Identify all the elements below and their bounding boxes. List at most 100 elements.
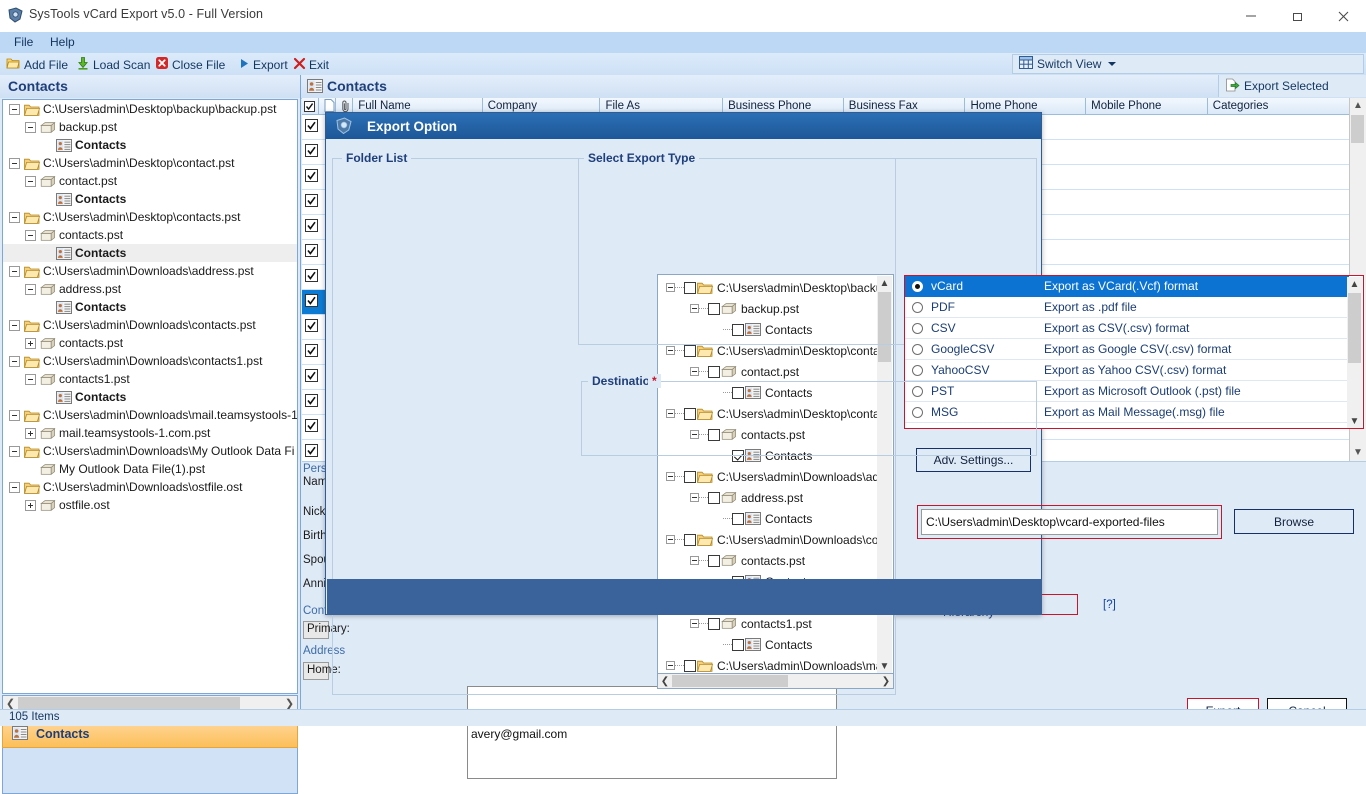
collapse-toggle-icon[interactable] [25, 122, 36, 133]
toolbar-close-file-button[interactable]: Close File [155, 56, 225, 73]
folder-checkbox[interactable] [684, 534, 696, 546]
collapse-toggle-icon[interactable] [666, 472, 675, 481]
collapse-toggle-icon[interactable] [25, 176, 36, 187]
folder-list-hscrollbar[interactable]: ❮ ❯ [657, 673, 894, 689]
export-type-option[interactable]: vCardExport as VCard(.Vcf) format [905, 276, 1349, 297]
emails-textarea[interactable]: avery@gmail.com [467, 723, 837, 779]
tree-item[interactable]: C:\Users\admin\Desktop\backup\backup.pst [3, 100, 297, 118]
collapse-toggle-icon[interactable] [25, 230, 36, 241]
expand-toggle-icon[interactable] [25, 500, 36, 511]
tree-item[interactable]: contact.pst [3, 172, 297, 190]
export-type-option[interactable]: YahooCSVExport as Yahoo CSV(.csv) format [905, 360, 1349, 381]
tree-item[interactable]: C:\Users\admin\Downloads\ostfile.ost [3, 478, 297, 496]
folder-checkbox[interactable] [684, 471, 696, 483]
row-checkbox[interactable] [305, 394, 318, 410]
toolbar-load-scan-button[interactable]: Load Scan [76, 56, 150, 73]
tree-item[interactable]: contacts.pst [3, 334, 297, 352]
collapse-toggle-icon[interactable] [9, 104, 20, 115]
tree-item[interactable]: backup.pst [3, 118, 297, 136]
tree-item[interactable]: C:\Users\admin\Desktop\contacts.pst [3, 208, 297, 226]
tree-item[interactable]: mail.teamsystools-1.com.pst [3, 424, 297, 442]
folder-checkbox[interactable] [708, 555, 720, 567]
scroll-down-icon[interactable]: ▼ [1350, 445, 1366, 461]
expand-toggle-icon[interactable] [25, 428, 36, 439]
grid-column-header[interactable]: Categories [1208, 98, 1350, 115]
tree-item[interactable]: Contacts [3, 388, 297, 406]
tree-item[interactable]: My Outlook Data File(1).pst [3, 460, 297, 478]
maximize-icon[interactable] [1274, 0, 1320, 32]
browse-button[interactable]: Browse [1234, 509, 1354, 534]
tree-item[interactable]: Contacts [3, 298, 297, 316]
radio-button-icon[interactable] [912, 344, 923, 355]
switch-view-button[interactable]: Switch View [1012, 54, 1364, 74]
folder-checkbox[interactable] [684, 345, 696, 357]
row-checkbox[interactable] [305, 419, 318, 435]
grid-column-header[interactable]: Mobile Phone [1086, 98, 1208, 115]
collapse-toggle-icon[interactable] [690, 493, 699, 502]
folder-tree-item[interactable]: C:\Users\admin\Downloads\add [658, 466, 878, 487]
grid-select-all-checkbox[interactable] [302, 98, 319, 115]
folder-tree-item[interactable]: contact.pst [658, 361, 878, 382]
scroll-left-icon[interactable]: ❮ [658, 676, 672, 687]
collapse-toggle-icon[interactable] [9, 158, 20, 169]
row-checkbox[interactable] [305, 444, 318, 460]
export-type-option[interactable]: CSVExport as CSV(.csv) format [905, 318, 1349, 339]
expand-toggle-icon[interactable] [25, 338, 36, 349]
folder-tree-item[interactable]: contacts1.pst [658, 613, 878, 634]
tree-item[interactable]: Contacts [3, 190, 297, 208]
scroll-thumb[interactable] [672, 675, 788, 687]
collapse-toggle-icon[interactable] [690, 367, 699, 376]
toolbar-add-file-button[interactable]: Add File [6, 56, 68, 73]
scroll-up-icon[interactable]: ▲ [1350, 98, 1366, 114]
collapse-toggle-icon[interactable] [9, 356, 20, 367]
folder-tree-item[interactable]: C:\Users\admin\Downloads\cor [658, 529, 878, 550]
collapse-toggle-icon[interactable] [9, 266, 20, 277]
tree-item[interactable]: ostfile.ost [3, 496, 297, 514]
export-type-vscrollbar[interactable]: ▲ ▼ [1347, 277, 1362, 429]
tree-item[interactable]: C:\Users\admin\Downloads\address.pst [3, 262, 297, 280]
collapse-toggle-icon[interactable] [25, 284, 36, 295]
tree-item[interactable]: Contacts [3, 244, 297, 262]
collapse-toggle-icon[interactable] [9, 212, 20, 223]
export-selected-button[interactable]: Export Selected [1218, 75, 1366, 97]
close-icon[interactable] [1320, 0, 1366, 32]
radio-button-icon[interactable] [912, 281, 923, 292]
row-checkbox[interactable] [305, 344, 318, 360]
folder-tree-item[interactable]: Contacts [658, 508, 878, 529]
row-checkbox[interactable] [305, 269, 318, 285]
row-checkbox[interactable] [305, 319, 318, 335]
radio-button-icon[interactable] [912, 302, 923, 313]
collapse-toggle-icon[interactable] [690, 619, 699, 628]
minimize-icon[interactable] [1228, 0, 1274, 32]
scroll-down-icon[interactable]: ▼ [877, 659, 892, 674]
scroll-right-icon[interactable]: ❯ [879, 676, 893, 687]
row-checkbox[interactable] [305, 244, 318, 260]
collapse-toggle-icon[interactable] [9, 410, 20, 421]
tree-item[interactable]: C:\Users\admin\Downloads\mail.teamsystoo… [3, 406, 297, 424]
tree-item[interactable]: Contacts [3, 136, 297, 154]
folder-tree-item[interactable]: C:\Users\admin\Downloads\ma [658, 655, 878, 674]
folder-checkbox[interactable] [732, 513, 744, 525]
folder-checkbox[interactable] [732, 639, 744, 651]
tree-item[interactable]: C:\Users\admin\Downloads\My Outlook Data… [3, 442, 297, 460]
tree-item[interactable]: C:\Users\admin\Downloads\contacts.pst [3, 316, 297, 334]
destination-input[interactable]: C:\Users\admin\Desktop\vcard-exported-fi… [921, 509, 1218, 535]
toolbar-export-button[interactable]: Export [238, 56, 288, 73]
help-link[interactable]: [?] [1103, 599, 1116, 611]
tree-item[interactable]: C:\Users\admin\Desktop\contact.pst [3, 154, 297, 172]
tree-item[interactable]: contacts1.pst [3, 370, 297, 388]
menu-item-help[interactable]: Help [50, 35, 75, 49]
folder-tree-item[interactable]: Contacts [658, 634, 878, 655]
tree-item[interactable]: address.pst [3, 280, 297, 298]
folder-tree-item[interactable]: contacts.pst [658, 550, 878, 571]
collapse-toggle-icon[interactable] [9, 320, 20, 331]
radio-button-icon[interactable] [912, 365, 923, 376]
row-checkbox[interactable] [305, 169, 318, 185]
radio-button-icon[interactable] [912, 323, 923, 334]
collapse-toggle-icon[interactable] [9, 446, 20, 457]
row-checkbox[interactable] [305, 119, 318, 135]
collapse-toggle-icon[interactable] [9, 482, 20, 493]
tree-item[interactable]: C:\Users\admin\Downloads\contacts1.pst [3, 352, 297, 370]
tree-item[interactable]: contacts.pst [3, 226, 297, 244]
collapse-toggle-icon[interactable] [690, 556, 699, 565]
